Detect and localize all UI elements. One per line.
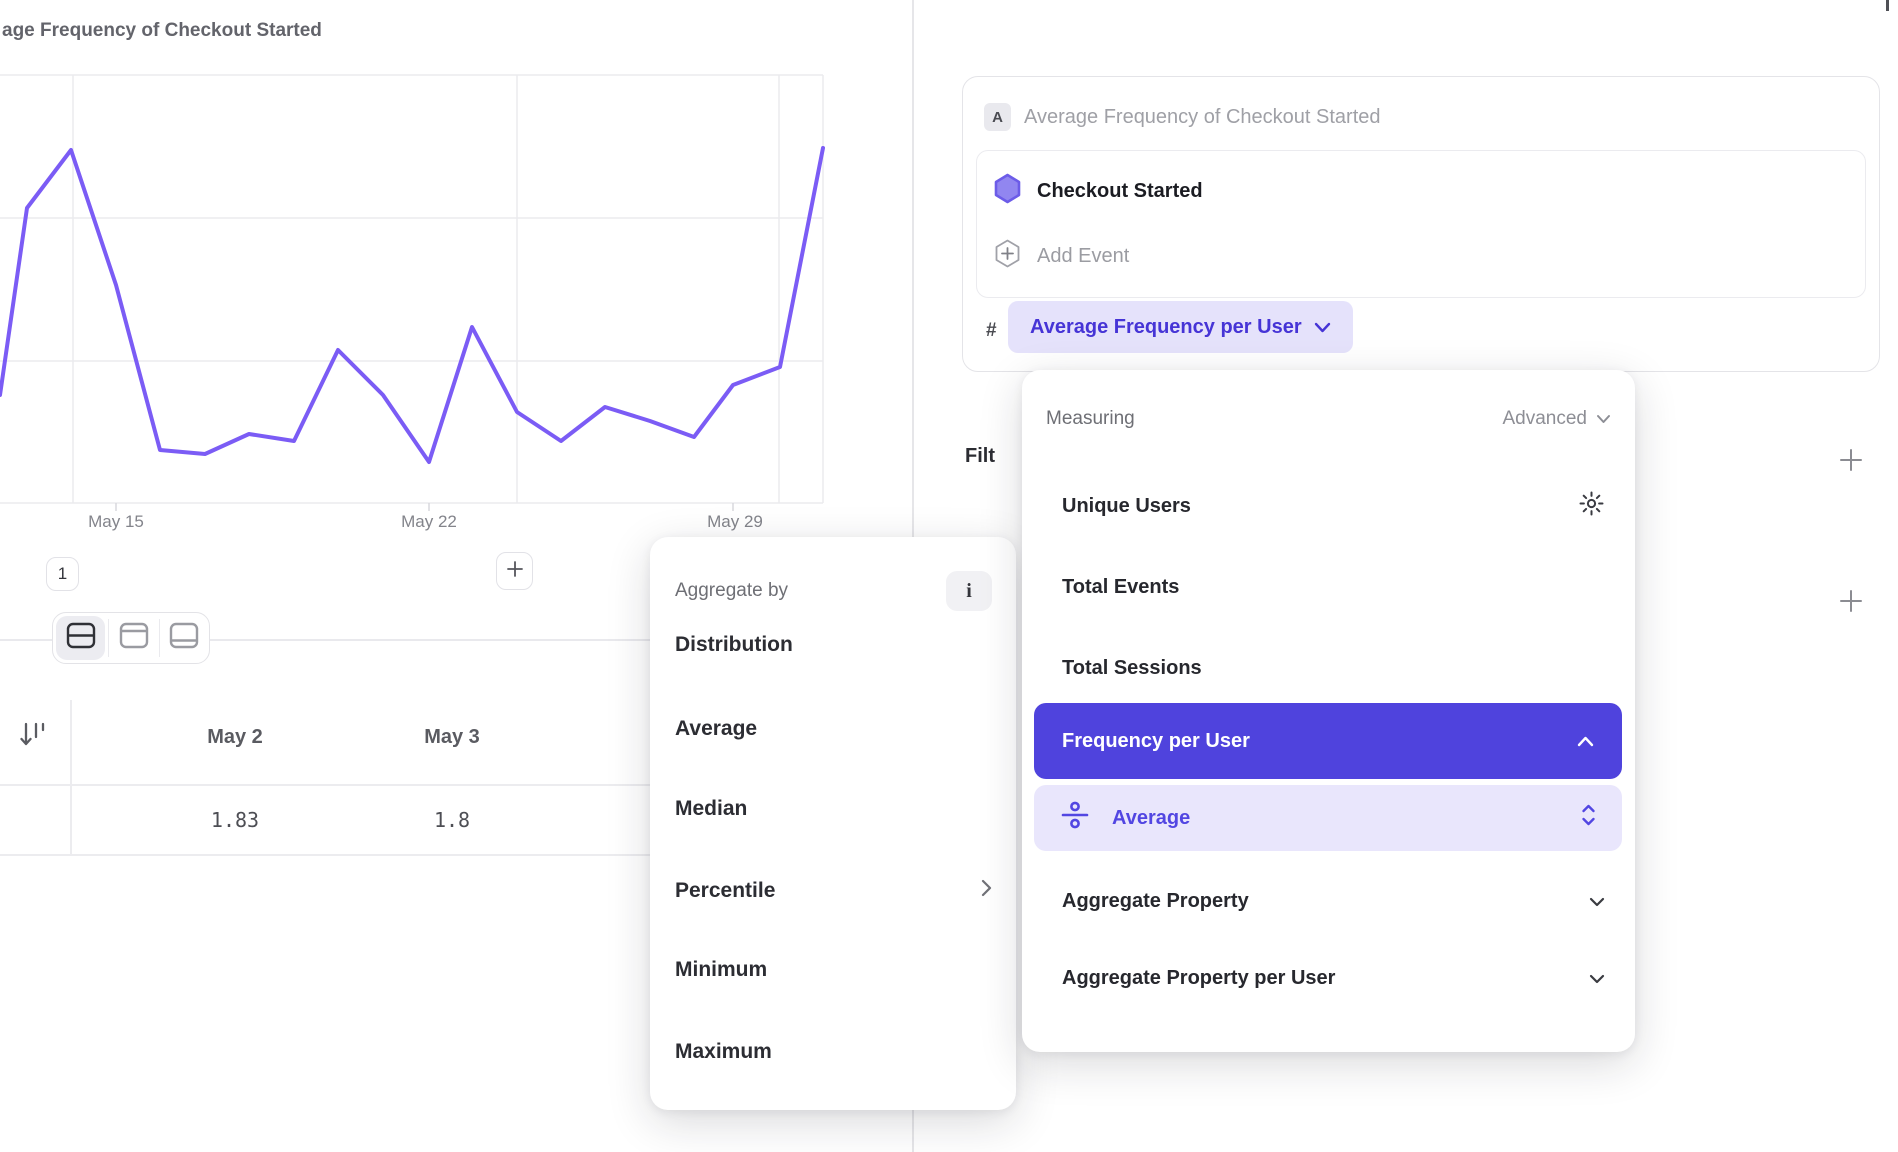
average-divide-icon [1060, 800, 1090, 836]
event-row-checkout-started[interactable]: Checkout Started [994, 173, 1494, 209]
add-event-hexagon-plus-icon [994, 238, 1021, 274]
page-number-button[interactable]: 1 [46, 557, 79, 591]
add-metric-icon-partial[interactable] [1886, 0, 1889, 11]
metric-name-input[interactable]: Average Frequency of Checkout Started [1024, 106, 1381, 129]
add-filter-button[interactable] [1838, 447, 1864, 473]
event-hexagon-icon [994, 173, 1021, 209]
x-axis-label: May 29 [685, 512, 785, 532]
menu-item-percentile[interactable]: Percentile [675, 874, 992, 908]
numeric-hash-symbol: # [986, 320, 997, 342]
add-event-label: Add Event [1037, 245, 1129, 268]
metrics-section-title: Metrics [962, 0, 1102, 10]
menu-item-aggregate-property[interactable]: Aggregate Property [1062, 883, 1605, 919]
view-toggle-split-rows[interactable] [56, 616, 105, 660]
info-icon[interactable]: i [946, 571, 992, 611]
split-rows-icon [66, 622, 96, 654]
table-column-header[interactable]: May 3 [342, 726, 562, 749]
table-cell-value: 1.9 [0, 808, 42, 832]
chevron-up-down-icon [1581, 804, 1596, 832]
menu-item-unique-users[interactable]: Unique Users [1062, 488, 1605, 524]
add-chart-button[interactable] [496, 552, 533, 590]
plus-icon [505, 559, 525, 584]
add-breakdown-button[interactable] [1838, 588, 1864, 614]
menu-item-aggregate-property-per-user[interactable]: Aggregate Property per User [1062, 960, 1605, 996]
table-cell-value: 1.83 [125, 808, 345, 832]
menu-item-median[interactable]: Median [675, 792, 992, 826]
sort-icon[interactable] [20, 720, 48, 755]
chevron-down-icon [1314, 316, 1331, 339]
x-axis-label: May 15 [66, 512, 166, 532]
chevron-right-icon [981, 879, 992, 903]
metric-letter-badge: A [984, 103, 1011, 131]
view-toggle-split-bottom[interactable] [160, 616, 209, 660]
aggregate-by-header: Aggregate by [675, 580, 788, 602]
menu-item-frequency-per-user-selected[interactable]: Frequency per User [1034, 703, 1622, 779]
menu-item-total-sessions[interactable]: Total Sessions [1062, 650, 1605, 686]
gear-icon[interactable] [1578, 490, 1605, 523]
split-top-icon [119, 622, 149, 654]
filter-section-title: Filt [965, 445, 1017, 473]
view-toggle-group [52, 612, 210, 664]
menu-item-minimum[interactable]: Minimum [675, 953, 992, 987]
aggregate-by-menu: Aggregate by i Distribution Average Medi… [650, 537, 1016, 1110]
measuring-menu: Measuring Advanced Unique Users Total Ev… [1022, 370, 1635, 1052]
menu-subitem-average[interactable]: Average [1034, 785, 1622, 851]
analytics-app: age Frequency of Checkout Started May 15… [0, 0, 1898, 1152]
menu-item-distribution[interactable]: Distribution [675, 628, 992, 662]
menu-item-total-events[interactable]: Total Events [1062, 569, 1605, 605]
split-bottom-icon [169, 622, 199, 654]
x-axis-label: May 22 [379, 512, 479, 532]
view-toggle-split-top[interactable] [109, 616, 158, 660]
chevron-down-icon [1596, 414, 1611, 424]
add-event-button[interactable]: Add Event [994, 238, 1494, 274]
chevron-down-icon [1589, 967, 1605, 990]
menu-item-maximum[interactable]: Maximum [675, 1035, 992, 1069]
table-column-divider [70, 700, 72, 854]
chart-title: age Frequency of Checkout Started [2, 20, 322, 42]
aggregation-chip[interactable]: Average Frequency per User [1008, 301, 1353, 353]
menu-item-average[interactable]: Average [675, 712, 992, 746]
event-name: Checkout Started [1037, 180, 1203, 203]
chevron-up-icon [1577, 730, 1594, 753]
table-cell-value: 1.8 [342, 808, 562, 832]
advanced-toggle[interactable]: Advanced [1502, 408, 1611, 430]
table-column-header[interactable]: May 2 [125, 726, 345, 749]
chevron-down-icon [1589, 890, 1605, 913]
line-chart [0, 0, 912, 560]
measuring-header: Measuring [1046, 408, 1135, 430]
